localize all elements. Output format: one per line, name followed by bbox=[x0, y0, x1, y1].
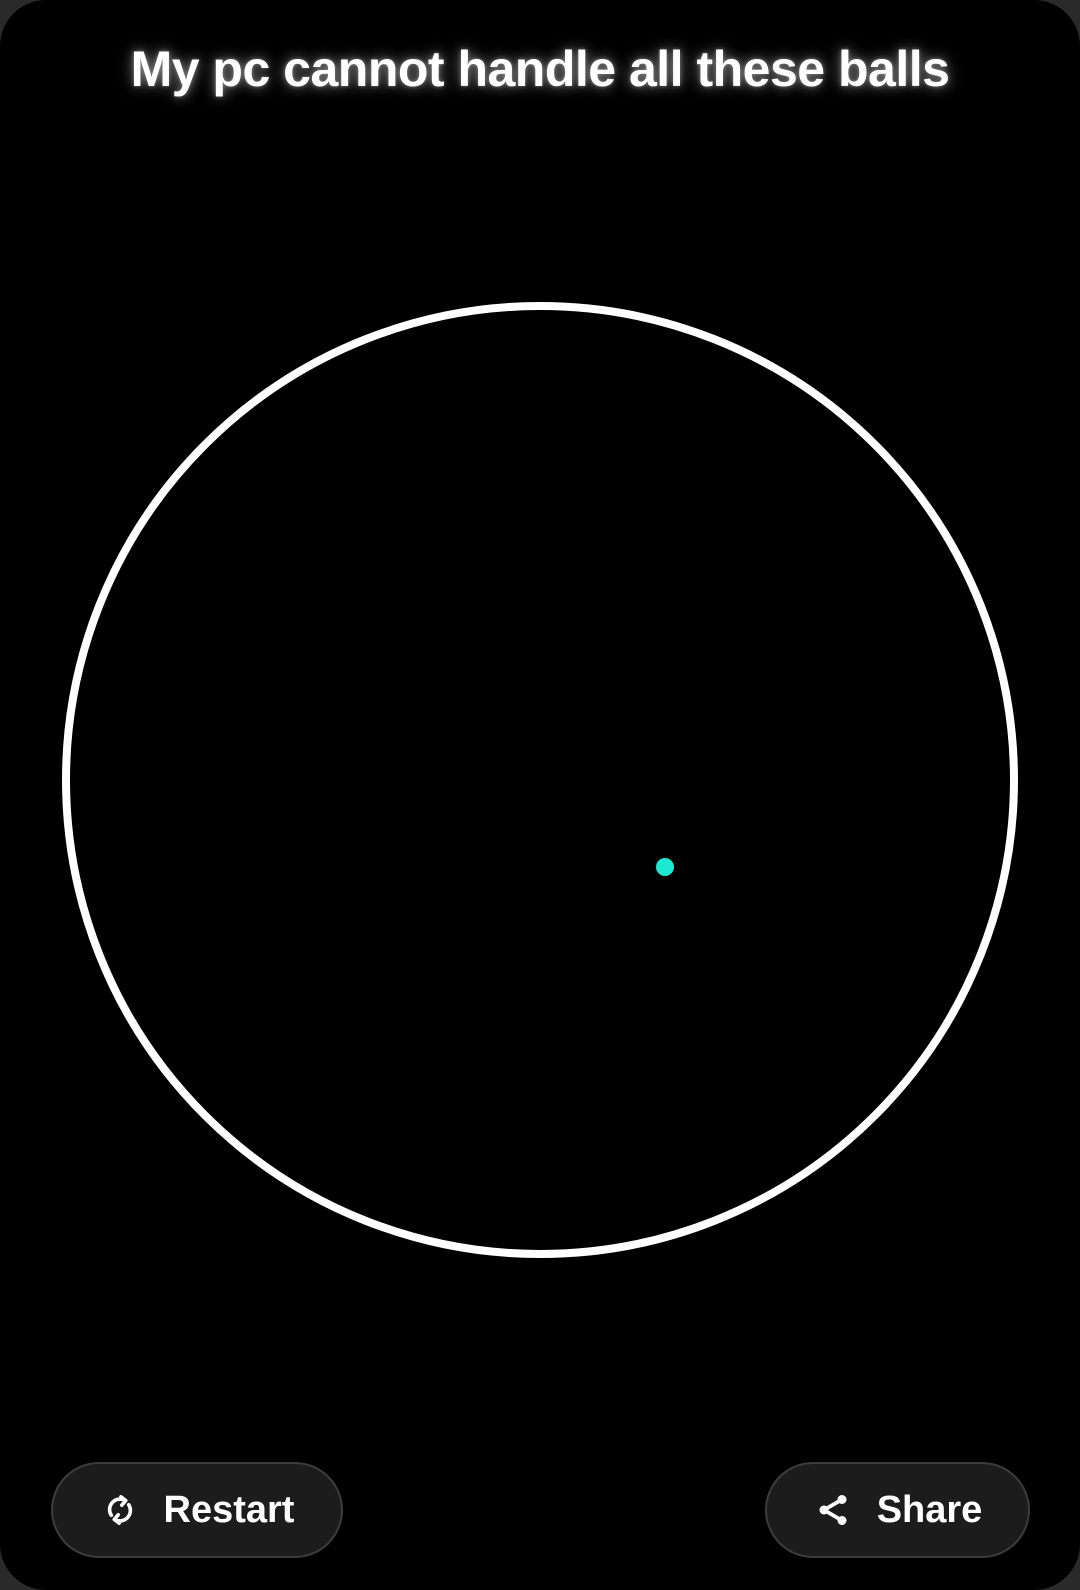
share-button[interactable]: Share bbox=[765, 1462, 1030, 1558]
ball bbox=[656, 858, 674, 876]
refresh-icon bbox=[100, 1490, 140, 1530]
share-icon bbox=[813, 1490, 853, 1530]
game-arena bbox=[62, 302, 1018, 1258]
game-card: My pc cannot handle all these balls Rest… bbox=[0, 0, 1080, 1590]
arena-ring bbox=[62, 302, 1018, 1258]
restart-button[interactable]: Restart bbox=[51, 1462, 343, 1558]
share-label: Share bbox=[876, 1488, 983, 1531]
restart-label: Restart bbox=[163, 1488, 295, 1531]
